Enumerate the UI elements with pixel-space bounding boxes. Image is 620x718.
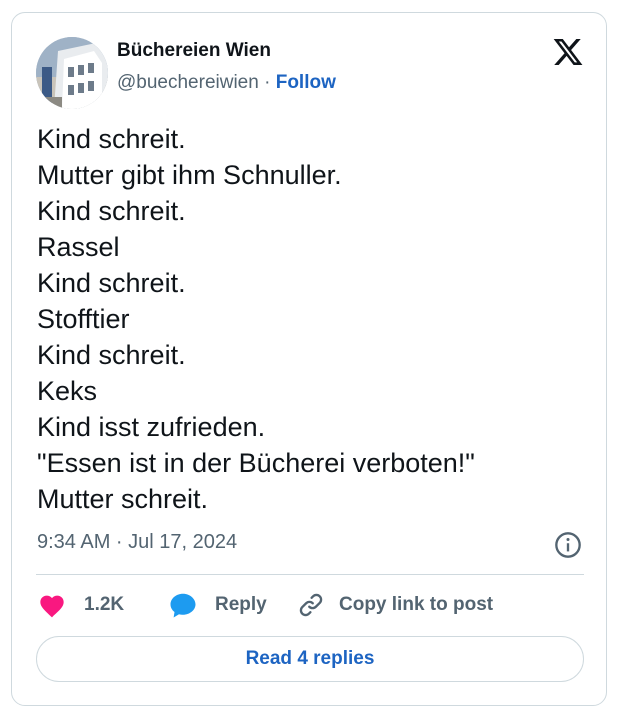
post-line: Keks [37, 376, 98, 406]
author-handle[interactable]: @buechereiwien [117, 72, 259, 93]
info-icon[interactable] [554, 531, 582, 559]
x-logo-icon[interactable] [552, 36, 584, 68]
post-line: Rassel [37, 232, 120, 262]
avatar-image [36, 37, 108, 109]
post-timestamp[interactable]: 9:34 AM · Jul 17, 2024 [37, 531, 237, 554]
heart-icon [40, 595, 64, 618]
post-line: Mutter gibt ihm Schnuller. [37, 160, 342, 190]
post-line: Kind schreit. [37, 340, 186, 370]
reply-button[interactable]: Reply [168, 588, 267, 622]
author-handle-row: @buechereiwien · Follow [117, 72, 336, 94]
post-line: Mutter schreit. [37, 484, 209, 514]
speech-bubble-icon [170, 593, 196, 618]
post-line: Kind schreit. [37, 196, 186, 226]
post-line: Stofftier [37, 304, 130, 334]
post-line: Kind schreit. [37, 268, 186, 298]
author-name[interactable]: Büchereien Wien [117, 40, 271, 62]
copy-link-button[interactable]: Copy link to post [297, 588, 493, 622]
like-count: 1.2K [84, 594, 125, 615]
like-button[interactable]: 1.2K [38, 588, 124, 622]
post-line: Kind isst zufrieden. [37, 412, 266, 442]
post-text: Kind schreit. Mutter gibt ihm Schnuller.… [37, 121, 597, 517]
link-icon [299, 593, 323, 617]
reply-label: Reply [215, 594, 267, 615]
post-line: "Essen ist in der Bücherei verboten!" [37, 448, 475, 478]
divider [36, 574, 584, 575]
read-replies-button[interactable]: Read 4 replies [36, 636, 584, 682]
follow-button[interactable]: Follow [276, 72, 336, 93]
avatar[interactable] [36, 37, 108, 109]
copy-link-label: Copy link to post [339, 594, 494, 615]
post-line: Kind schreit. [37, 124, 186, 154]
embedded-post-card: Büchereien Wien @buechereiwien · Follow … [11, 12, 607, 706]
separator-dot: · [264, 72, 271, 93]
